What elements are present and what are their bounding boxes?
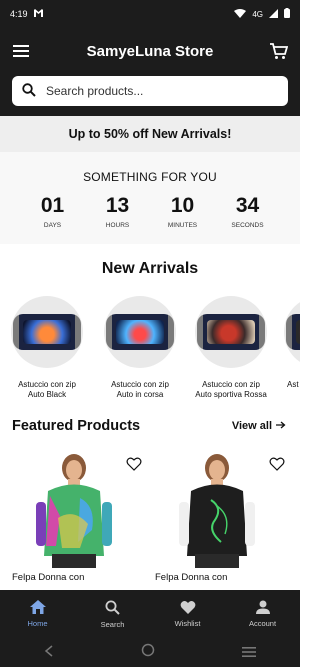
arrival-label: Ast	[287, 380, 299, 389]
nav-wishlist[interactable]: Wishlist	[150, 590, 225, 638]
countdown-value: 13	[105, 194, 130, 217]
countdown-heading: SOMETHING FOR YOU	[83, 170, 217, 184]
promo-text: Up to 50% off New Arrivals!	[68, 127, 232, 141]
nav-home[interactable]: Home	[0, 590, 75, 638]
promo-banner[interactable]: Up to 50% off New Arrivals!	[0, 116, 300, 152]
search-placeholder: Search products...	[46, 84, 144, 98]
cart-icon[interactable]	[268, 40, 290, 62]
countdown-hours: 13 HOURS	[95, 194, 141, 229]
arrival-label: Astuccio con zip Auto in corsa	[111, 380, 169, 399]
app-bar: SamyeLuna Store	[0, 28, 300, 74]
countdown-seconds: 34 SECONDS	[225, 194, 271, 229]
home-icon	[29, 600, 46, 616]
product-image	[195, 296, 267, 368]
countdown-value: 34	[235, 194, 260, 217]
status-bar: 4:19 4G	[0, 0, 300, 28]
countdown-label: DAYS	[43, 222, 62, 229]
status-time: 4:19	[10, 9, 28, 19]
featured-title: Featured Products	[12, 418, 141, 434]
product-image	[11, 296, 83, 368]
search-input[interactable]: Search products...	[12, 76, 288, 106]
countdown-value: 01	[40, 194, 65, 217]
countdown-label: SECONDS	[231, 222, 264, 229]
bottom-navigation: Home Search Wishlist Account	[0, 590, 300, 638]
system-navigation	[0, 638, 300, 667]
nav-label: Wishlist	[174, 619, 201, 628]
wifi-icon	[234, 8, 247, 20]
recents-icon[interactable]	[242, 644, 257, 662]
arrival-item[interactable]: Ast	[276, 296, 300, 390]
product-image	[284, 296, 300, 368]
gmail-icon	[33, 9, 43, 19]
arrival-label: Astuccio con zip Auto sportiva Rossa	[195, 380, 267, 399]
countdown-minutes: 10 MINUTES	[160, 194, 206, 229]
arrival-item[interactable]: Astuccio con zip Auto Black	[3, 296, 91, 400]
nav-account[interactable]: Account	[225, 590, 300, 638]
countdown-days: 01 DAYS	[30, 194, 76, 229]
nav-label: Search	[100, 619, 125, 629]
product-image	[8, 446, 148, 568]
arrival-label: Astuccio con zip Auto Black	[18, 380, 76, 399]
search-bar-container: Search products...	[0, 74, 300, 116]
search-icon	[105, 600, 120, 617]
view-all-label: View all	[231, 420, 272, 432]
store-title: SamyeLuna Store	[86, 42, 214, 60]
countdown-label: HOURS	[105, 222, 130, 229]
product-card[interactable]: Felpa Donna con	[151, 446, 291, 583]
menu-icon[interactable]	[10, 40, 32, 62]
product-image	[104, 296, 176, 368]
arrival-item[interactable]: Astuccio con zip Auto in corsa	[96, 296, 184, 400]
nav-label: Account	[248, 619, 277, 628]
featured-products: Felpa Donna con Felpa Donna con	[0, 446, 300, 590]
countdown-value: 10	[170, 194, 195, 217]
wishlist-heart-icon[interactable]	[269, 456, 285, 472]
arrow-right-icon	[276, 420, 286, 432]
countdown-label: MINUTES	[167, 222, 198, 229]
product-image	[151, 446, 291, 568]
search-icon	[22, 82, 36, 100]
new-arrivals-title: New Arrivals	[101, 260, 199, 277]
view-all-link[interactable]: View all	[232, 420, 286, 432]
product-name: Felpa Donna con	[155, 572, 228, 583]
nav-label: Home	[27, 619, 48, 628]
signal-icon	[269, 8, 278, 20]
home-circle-icon[interactable]	[141, 643, 155, 662]
product-card[interactable]: Felpa Donna con	[8, 446, 148, 583]
new-arrivals-carousel[interactable]: Astuccio con zip Auto Black Astuccio con …	[0, 296, 300, 406]
wishlist-heart-icon[interactable]	[126, 456, 142, 472]
network-label: 4G	[252, 9, 263, 19]
heart-icon	[180, 600, 196, 616]
back-icon[interactable]	[44, 644, 54, 662]
account-icon	[255, 600, 270, 616]
product-name: Felpa Donna con	[12, 572, 85, 583]
nav-search[interactable]: Search	[75, 590, 150, 638]
countdown-section: SOMETHING FOR YOU 01 DAYS 13 HOURS 10 MI…	[0, 152, 300, 244]
arrival-item[interactable]: Astuccio con zip Auto sportiva Rossa	[187, 296, 275, 400]
battery-icon	[284, 8, 290, 20]
